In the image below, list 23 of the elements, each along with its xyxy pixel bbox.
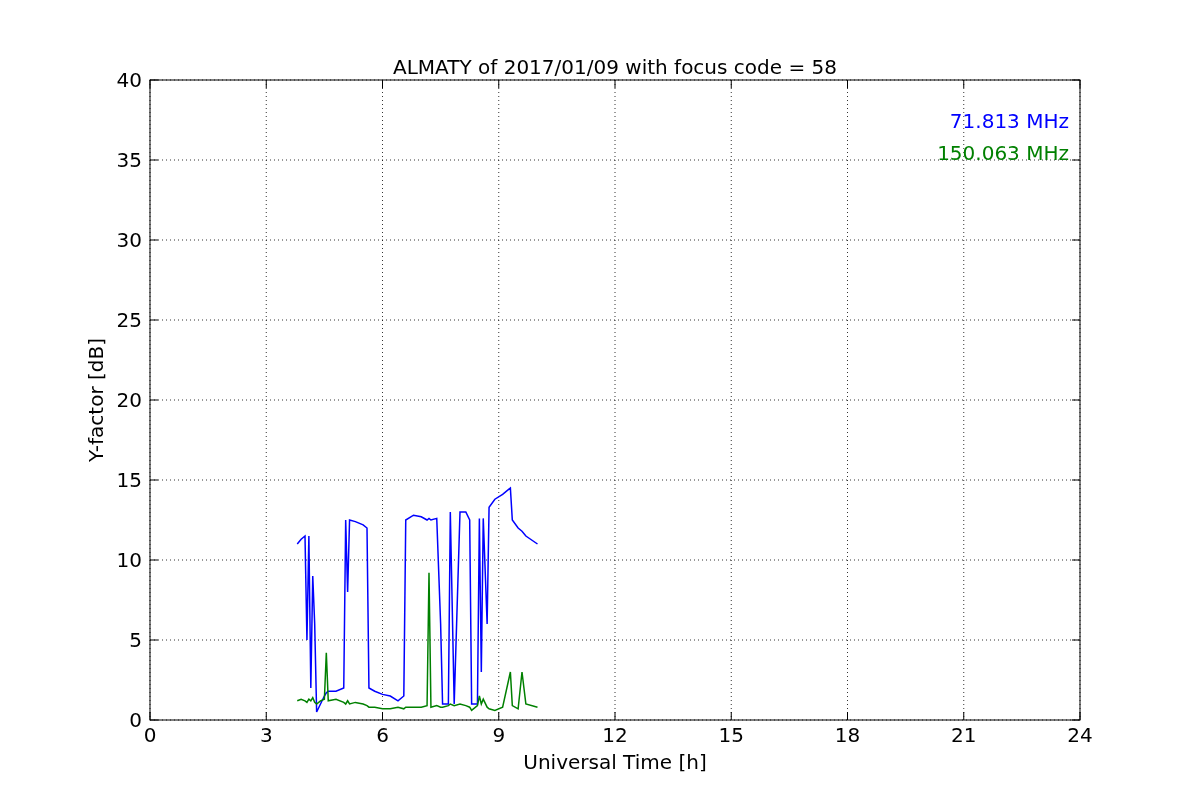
tick-label: 0 — [129, 708, 142, 732]
tick-label: 15 — [116, 468, 142, 492]
tick-label: 30 — [116, 228, 142, 252]
tick-label: 20 — [116, 388, 142, 412]
tick-label: 24 — [1067, 723, 1093, 747]
tick-label: 21 — [951, 723, 977, 747]
tick-label: 35 — [116, 148, 142, 172]
legend-label: 71.813 MHz — [949, 109, 1069, 133]
tick-label: 0 — [143, 723, 157, 747]
tick-label: 6 — [376, 723, 389, 747]
tick-label: 5 — [129, 628, 142, 652]
tick-label: 3 — [259, 723, 273, 747]
tick-label: 40 — [116, 68, 142, 92]
legend-label: 150.063 MHz — [937, 141, 1069, 165]
tick-label: 25 — [116, 308, 142, 332]
tick-label: 10 — [116, 548, 142, 572]
tick-label: 9 — [492, 723, 506, 747]
tick-label: 12 — [602, 723, 628, 747]
tick-label: 15 — [718, 723, 744, 747]
axis-label: Y-factor [dB] — [84, 338, 108, 462]
axis-label: Universal Time [h] — [523, 750, 707, 774]
chart-title: ALMATY of 2017/01/09 with focus code = 58 — [393, 55, 837, 79]
tick-label: 18 — [834, 723, 861, 747]
